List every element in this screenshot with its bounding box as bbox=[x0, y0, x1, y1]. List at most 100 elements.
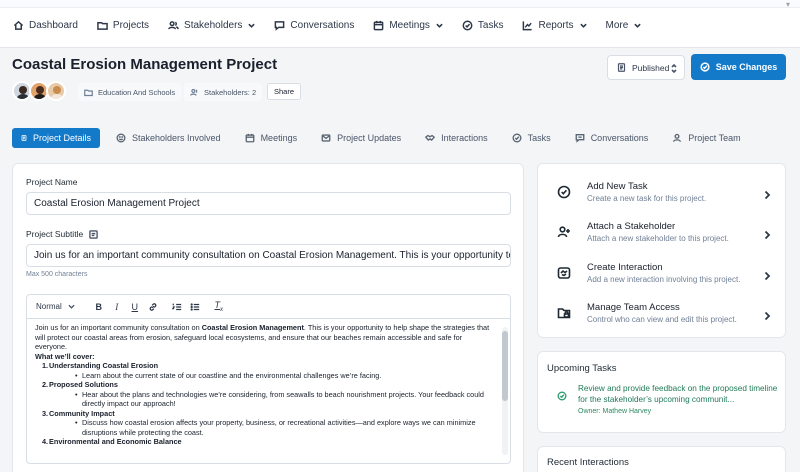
list-item-title: Environmental and Economic Balance bbox=[49, 437, 182, 446]
message-icon bbox=[575, 134, 585, 143]
bullet-list-button[interactable] bbox=[186, 302, 204, 312]
user-plus-icon bbox=[557, 226, 570, 238]
bullet-item: • Discuss how coastal erosion affects you… bbox=[75, 418, 476, 437]
project-details-form: Project Name Coastal Erosion Management … bbox=[12, 163, 524, 472]
nav-item-label: Stakeholders bbox=[184, 19, 243, 31]
nav-item-label: Projects bbox=[112, 19, 150, 31]
nav-item-meetings[interactable]: Meetings bbox=[373, 20, 443, 31]
create-interaction-action[interactable]: Create Interaction Add a new interaction… bbox=[538, 258, 787, 292]
tab-interactions[interactable]: Interactions bbox=[417, 128, 496, 148]
chevron-right-icon bbox=[764, 230, 771, 240]
tab-stakeholders-involved[interactable]: Stakeholders Involved bbox=[108, 128, 229, 148]
nav-item-dashboard[interactable]: Dashboard bbox=[13, 20, 78, 31]
nav-item-more[interactable]: More bbox=[606, 20, 642, 31]
file-icon bbox=[21, 135, 27, 141]
bullet-text: Learn about the current state of our coa… bbox=[82, 370, 382, 380]
list-item: 1. Understanding Coastal Erosion bbox=[35, 361, 494, 371]
check-circle-icon bbox=[557, 391, 567, 401]
calendar-icon bbox=[245, 133, 254, 143]
handshake-icon bbox=[557, 267, 571, 279]
nav-item-label: More bbox=[605, 19, 629, 31]
status-select[interactable]: Published bbox=[607, 55, 685, 80]
bullet-text: Discuss how coastal erosion affects your… bbox=[82, 418, 476, 437]
project-name-label-text: Project Name bbox=[26, 177, 78, 187]
chevron-down-icon bbox=[436, 23, 443, 28]
nav-item-label: Conversations bbox=[290, 19, 355, 31]
folder-icon bbox=[84, 89, 93, 96]
editor-scrollbar[interactable] bbox=[502, 327, 508, 455]
bold-button[interactable]: B bbox=[90, 302, 108, 312]
action-description: Control who can view and edit this proje… bbox=[587, 315, 737, 324]
home-icon bbox=[13, 20, 24, 30]
link-button[interactable] bbox=[144, 302, 162, 312]
add-new-task-action[interactable]: Add New Task Create a new task for this … bbox=[538, 177, 787, 211]
underline-button[interactable]: U bbox=[126, 302, 144, 312]
users-icon bbox=[190, 88, 198, 96]
ordered-list-button[interactable] bbox=[168, 302, 186, 312]
document-icon bbox=[617, 63, 626, 72]
italic-button[interactable]: I bbox=[108, 302, 126, 312]
check-circle-icon bbox=[557, 185, 571, 199]
tab-meetings[interactable]: Meetings bbox=[237, 128, 306, 148]
nav-items: Dashboard Projects Stakeholders Conversa… bbox=[13, 17, 660, 33]
tab-project-details[interactable]: Project Details bbox=[12, 128, 100, 148]
category-label: Education And Schools bbox=[98, 87, 176, 97]
tab-label: Tasks bbox=[527, 133, 551, 143]
project-tabs: Project Details Stakeholders Involved Me… bbox=[12, 128, 757, 148]
intro-paragraph: Join us for an important community consu… bbox=[35, 323, 494, 352]
bullet-item: • Hear about the plans and technologies w… bbox=[75, 389, 484, 409]
top-navigation: ▾ Dashboard Projects Stakeholders Conver… bbox=[0, 0, 800, 48]
project-name-input[interactable]: Coastal Erosion Management Project bbox=[26, 192, 511, 215]
description-editor: Normal B I U Tx Join us for an important… bbox=[26, 294, 511, 464]
nav-item-tasks[interactable]: Tasks bbox=[462, 19, 504, 31]
team-avatars[interactable] bbox=[12, 81, 66, 101]
info-icon[interactable] bbox=[89, 229, 98, 239]
tab-label: Conversations bbox=[590, 133, 649, 143]
save-changes-button[interactable]: Save Changes bbox=[691, 54, 786, 80]
tab-project-updates[interactable]: Project Updates bbox=[313, 128, 409, 148]
avatar[interactable] bbox=[46, 81, 66, 101]
smile-icon bbox=[116, 133, 126, 143]
action-title: Manage Team Access bbox=[587, 302, 680, 313]
chevron-right-icon bbox=[764, 190, 771, 200]
list-item-title: Proposed Solutions bbox=[49, 380, 118, 389]
calendar-icon bbox=[373, 20, 384, 30]
clear-format-icon: Tx bbox=[214, 300, 224, 313]
manage-team-access-action[interactable]: Manage Team Access Control who can view … bbox=[538, 298, 787, 332]
share-button[interactable]: Share bbox=[267, 83, 302, 100]
users-icon bbox=[168, 20, 179, 29]
link-icon bbox=[149, 302, 157, 311]
nav-item-label: Tasks bbox=[477, 19, 504, 31]
tab-project-team[interactable]: Project Team bbox=[664, 128, 748, 148]
scrollbar-thumb[interactable] bbox=[502, 331, 508, 401]
nav-item-label: Dashboard bbox=[29, 19, 78, 31]
tab-label: Project Details bbox=[32, 133, 91, 143]
tab-label: Meetings bbox=[260, 133, 298, 143]
ordered-list-icon bbox=[171, 303, 181, 310]
stakeholders-count: Stakeholders: 2 bbox=[204, 87, 257, 97]
subtitle-char-limit: Max 500 characters bbox=[26, 271, 88, 278]
upcoming-tasks-card: Upcoming Tasks Review and provide feedba… bbox=[537, 351, 786, 433]
list-number: 4. bbox=[42, 437, 49, 446]
editor-content[interactable]: Join us for an important community consu… bbox=[27, 319, 510, 463]
clear-format-button[interactable]: Tx bbox=[210, 300, 228, 313]
text-format-select[interactable]: Normal bbox=[36, 302, 75, 311]
task-text[interactable]: Review and provide feedback on the propo… bbox=[578, 383, 778, 405]
nav-item-projects[interactable]: Projects bbox=[97, 20, 149, 31]
page-title: Coastal Erosion Management Project bbox=[12, 56, 278, 73]
chevron-down-icon bbox=[248, 23, 256, 28]
list-item: 3. Community Impact bbox=[35, 409, 494, 419]
tab-tasks[interactable]: Tasks bbox=[504, 128, 559, 148]
action-description: Attach a new stakeholder to this project… bbox=[587, 234, 729, 243]
tab-conversations[interactable]: Conversations bbox=[567, 128, 657, 148]
chart-icon bbox=[523, 20, 533, 30]
nav-item-stakeholders[interactable]: Stakeholders bbox=[168, 19, 256, 31]
check-circle-icon bbox=[512, 133, 522, 143]
nav-item-reports[interactable]: Reports bbox=[522, 20, 587, 31]
nav-item-conversations[interactable]: Conversations bbox=[274, 20, 354, 31]
attach-stakeholder-action[interactable]: Attach a Stakeholder Attach a new stakeh… bbox=[538, 217, 787, 251]
italic-icon: I bbox=[115, 301, 119, 312]
list-number: 3. bbox=[42, 408, 49, 418]
project-subtitle-input[interactable]: Join us for an important community consu… bbox=[26, 244, 511, 267]
project-subtitle-label: Project Subtitle bbox=[26, 229, 98, 239]
